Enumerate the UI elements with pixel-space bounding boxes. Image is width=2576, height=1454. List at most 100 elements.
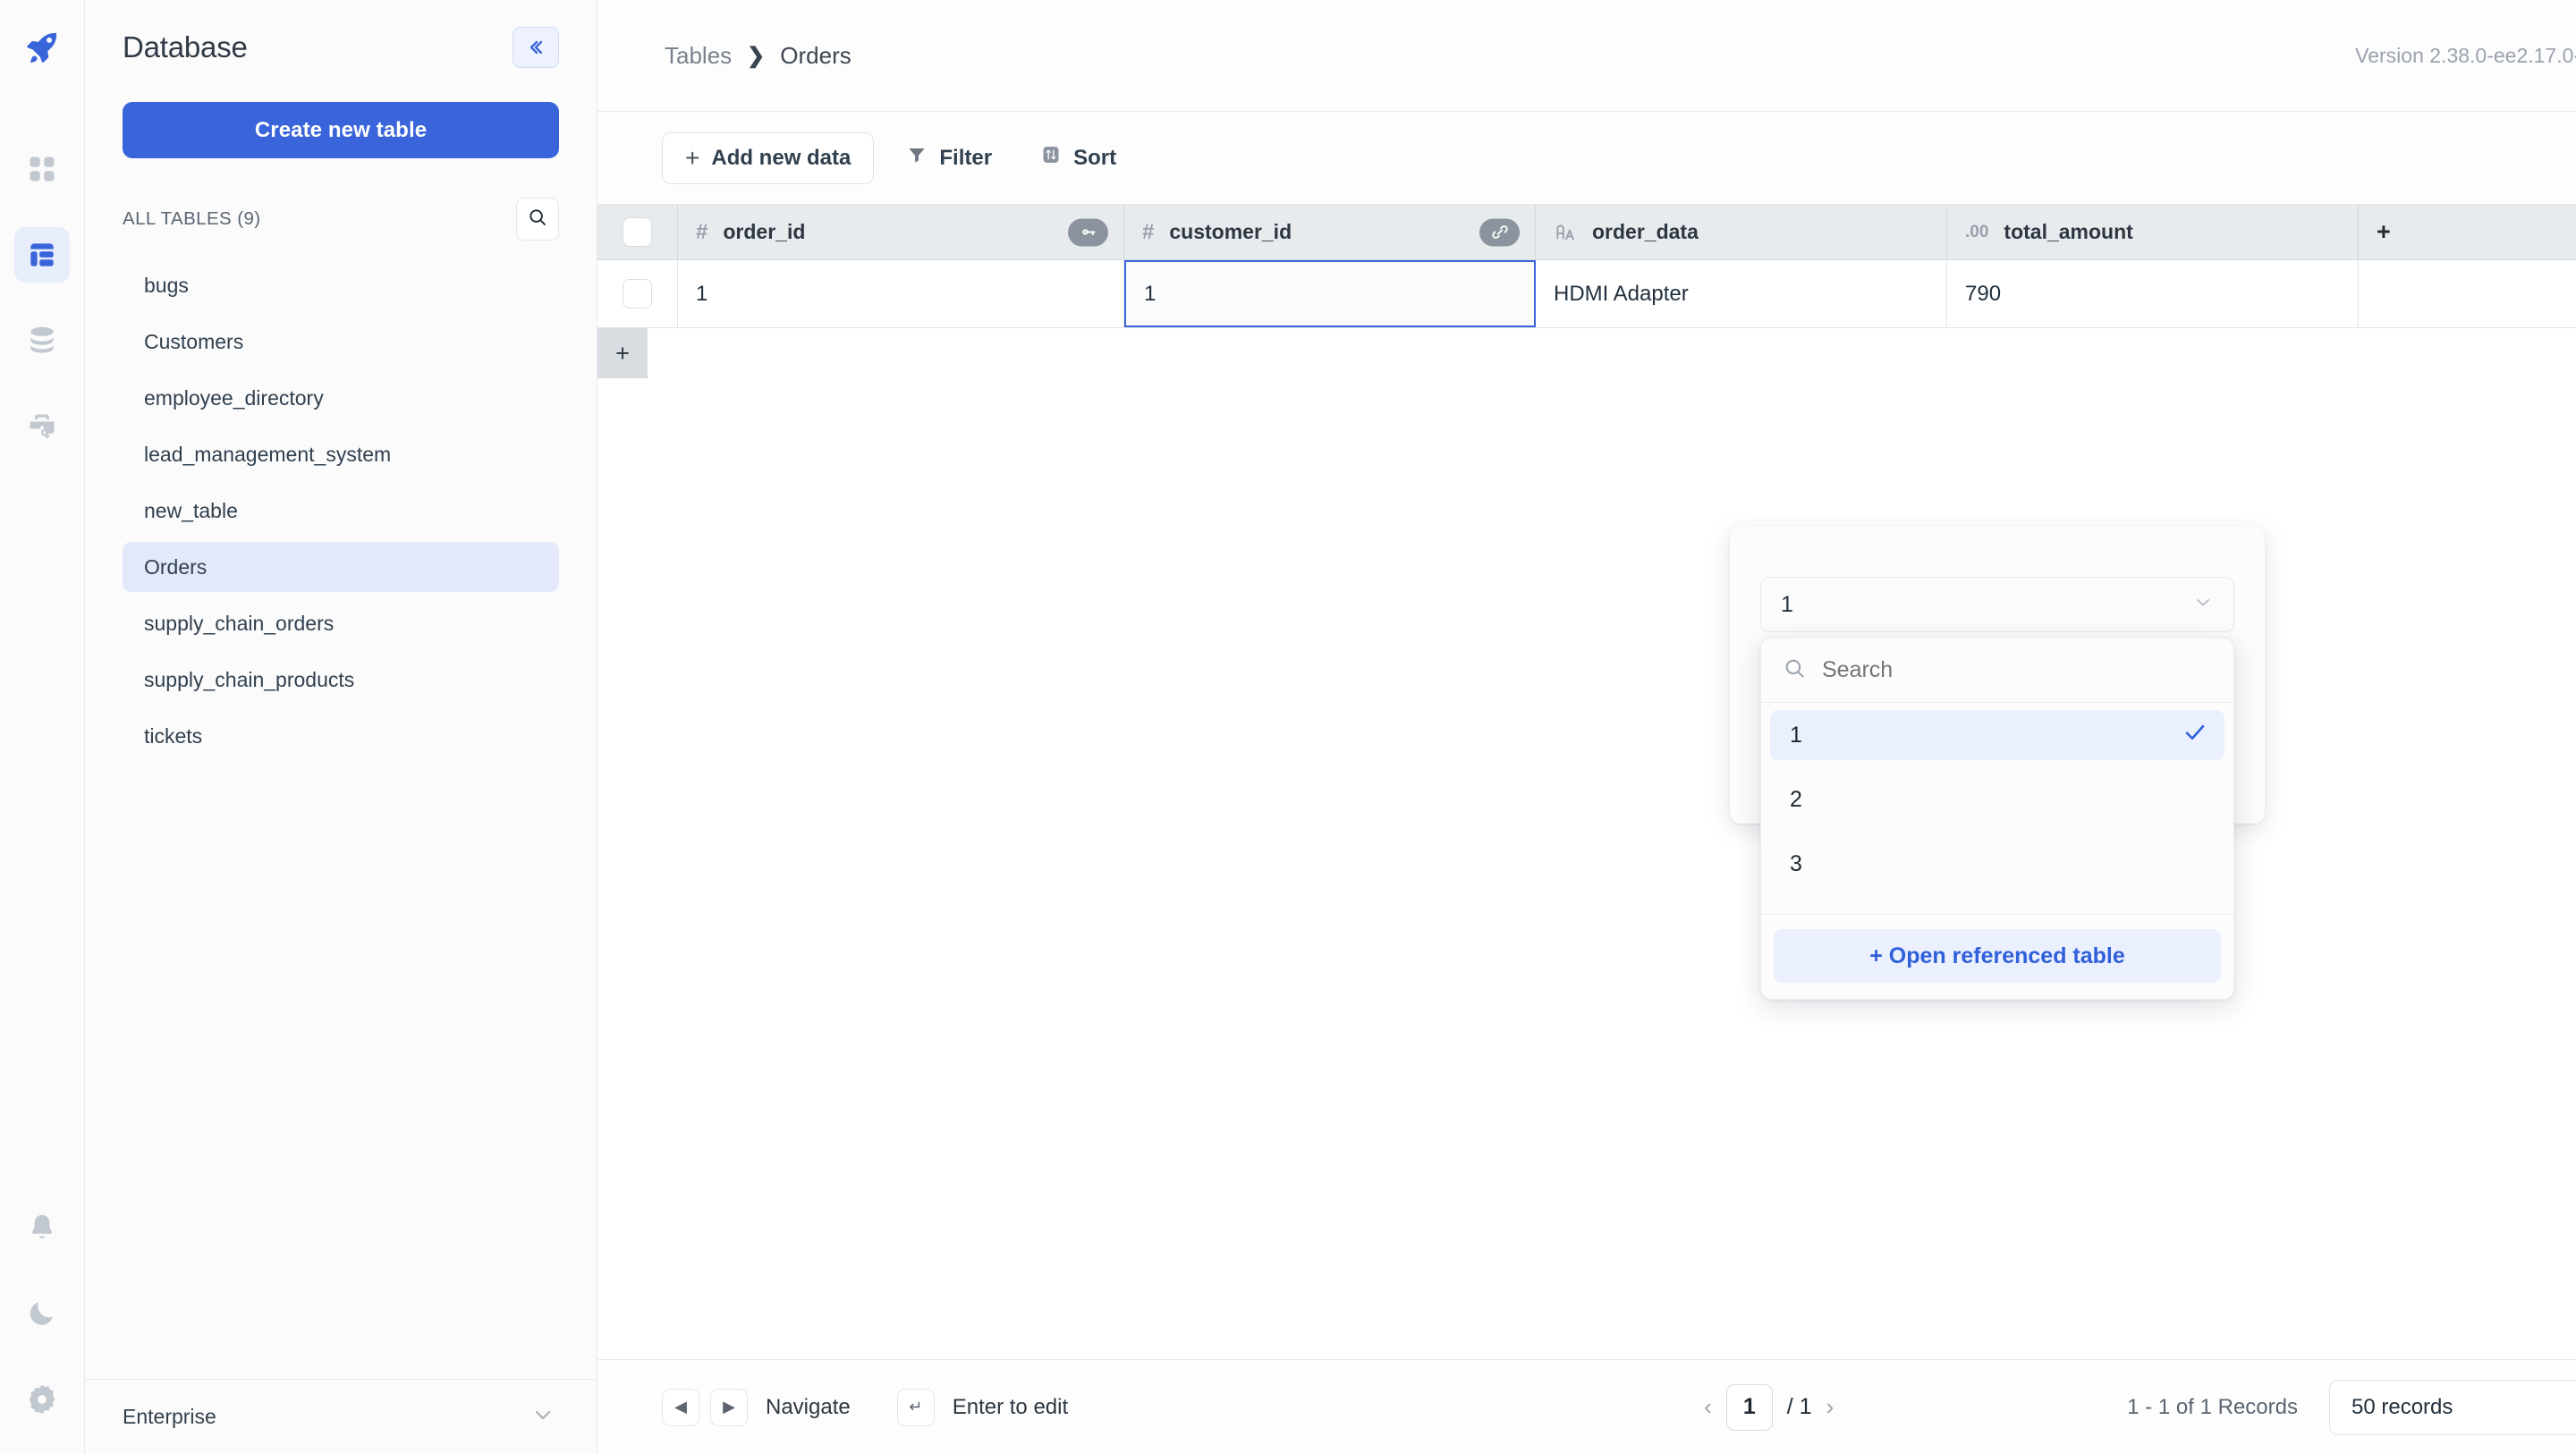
enter-to-edit-label: Enter to edit bbox=[953, 1395, 1068, 1420]
list-item-label: Customers bbox=[144, 330, 243, 354]
cell-order-id[interactable]: 1 bbox=[678, 260, 1124, 327]
arrow-left-key-icon[interactable]: ◀ bbox=[662, 1389, 699, 1426]
sidebar-item-customers[interactable]: Customers bbox=[123, 317, 559, 367]
search-icon bbox=[527, 207, 548, 232]
pagination: ‹ 1 / 1 › bbox=[1704, 1384, 1834, 1431]
chevron-down-icon bbox=[2192, 591, 2214, 619]
dropdown-option-2[interactable]: 2 bbox=[1770, 774, 2224, 824]
all-tables-label: ALL TABLES (9) bbox=[123, 208, 261, 230]
filter-label: Filter bbox=[939, 146, 992, 171]
filter-button[interactable]: Filter bbox=[890, 132, 1008, 184]
page-total-label: / 1 bbox=[1787, 1394, 1812, 1420]
add-row-button[interactable]: + bbox=[597, 328, 648, 378]
list-item-label: lead_management_system bbox=[144, 443, 391, 467]
apps-grid-icon[interactable] bbox=[14, 141, 70, 197]
list-item-label: employee_directory bbox=[144, 386, 324, 410]
row-checkbox-cell[interactable] bbox=[597, 260, 678, 327]
cell-order-data[interactable]: HDMI Adapter bbox=[1536, 260, 1947, 327]
database-stack-icon[interactable] bbox=[14, 313, 70, 368]
link-value-text: 1 bbox=[1781, 592, 1793, 618]
key-icon bbox=[1068, 218, 1108, 246]
briefcase-key-icon[interactable] bbox=[14, 399, 70, 454]
link-options-dropdown: 1 2 3 + Open referenced table bbox=[1760, 638, 2234, 1000]
top-bar: Tables ❯ Orders Version 2.38.0-ee2.17.0-… bbox=[597, 0, 2576, 112]
search-tables-button[interactable] bbox=[516, 198, 559, 241]
icon-rail bbox=[0, 0, 85, 1454]
sidebar-item-lead-management-system[interactable]: lead_management_system bbox=[123, 429, 559, 479]
cell-customer-id[interactable]: 1 bbox=[1124, 260, 1536, 327]
sidebar-item-tickets[interactable]: tickets bbox=[123, 711, 559, 761]
prev-page-button[interactable]: ‹ bbox=[1704, 1393, 1712, 1421]
search-icon bbox=[1783, 656, 1807, 685]
sidebar-item-supply-chain-orders[interactable]: supply_chain_orders bbox=[123, 598, 559, 648]
icon-rail-top bbox=[14, 0, 70, 485]
plus-icon: + bbox=[685, 146, 699, 171]
sidebar-item-employee-directory[interactable]: employee_directory bbox=[123, 373, 559, 423]
navigate-keys: ◀ ▶ Navigate bbox=[662, 1389, 851, 1426]
page-number-input[interactable]: 1 bbox=[1726, 1384, 1773, 1431]
dropdown-search-input[interactable] bbox=[1822, 657, 2162, 683]
check-icon bbox=[2182, 719, 2208, 752]
gear-icon[interactable] bbox=[14, 1372, 70, 1427]
next-page-button[interactable]: › bbox=[1826, 1393, 1835, 1421]
main-area: Tables ❯ Orders Version 2.38.0-ee2.17.0-… bbox=[597, 0, 2576, 1454]
link-value-select[interactable]: 1 bbox=[1760, 577, 2234, 632]
sidebar-item-orders[interactable]: Orders bbox=[123, 542, 559, 592]
bell-icon[interactable] bbox=[14, 1200, 70, 1255]
sidebar-item-supply-chain-products[interactable]: supply_chain_products bbox=[123, 655, 559, 705]
select-all-checkbox-cell[interactable] bbox=[597, 205, 678, 259]
dropdown-search-row[interactable] bbox=[1761, 638, 2233, 703]
column-header-label: total_amount bbox=[2004, 220, 2132, 244]
column-header-total-amount[interactable]: .00 total_amount bbox=[1947, 205, 2359, 259]
option-label: 3 bbox=[1790, 851, 1802, 877]
sort-button[interactable]: Sort bbox=[1024, 132, 1132, 184]
sidebar: Database Create new table ALL TABLES (9) bbox=[85, 0, 597, 1454]
link-icon bbox=[1479, 218, 1520, 246]
chevron-right-icon: ❯ bbox=[747, 43, 765, 69]
add-column-button[interactable]: + bbox=[2359, 205, 2576, 259]
open-referenced-table-button[interactable]: + Open referenced table bbox=[1774, 929, 2221, 983]
list-item-label: Orders bbox=[144, 555, 207, 579]
enter-key-icon[interactable]: ↵ bbox=[897, 1389, 935, 1426]
list-item-label: supply_chain_orders bbox=[144, 612, 334, 636]
row-checkbox[interactable] bbox=[623, 279, 652, 309]
collapse-sidebar-button[interactable] bbox=[513, 27, 559, 68]
create-new-table-button[interactable]: Create new table bbox=[123, 102, 559, 158]
breadcrumb: Tables ❯ Orders bbox=[665, 42, 852, 70]
column-header-label: order_id bbox=[723, 220, 805, 244]
column-header-order-id[interactable]: # order_id bbox=[678, 205, 1124, 259]
column-header-order-data[interactable]: order_data bbox=[1536, 205, 1947, 259]
dropdown-option-1[interactable]: 1 bbox=[1770, 710, 2224, 760]
moon-icon[interactable] bbox=[14, 1286, 70, 1341]
decimal-type-icon: .00 bbox=[1965, 223, 1988, 242]
column-header-customer-id[interactable]: # customer_id bbox=[1124, 205, 1536, 259]
cell-total-amount[interactable]: 790 bbox=[1947, 260, 2359, 327]
column-header-label: order_data bbox=[1592, 220, 1699, 244]
plus-icon: + bbox=[2377, 218, 2391, 246]
select-all-checkbox[interactable] bbox=[623, 217, 652, 247]
toolbar: + Add new data Filter Sort 1 records bbox=[597, 112, 2576, 205]
arrow-right-key-icon[interactable]: ▶ bbox=[710, 1389, 748, 1426]
sidebar-item-new-table[interactable]: new_table bbox=[123, 486, 559, 536]
table-layout-icon[interactable] bbox=[14, 227, 70, 283]
column-header-label: customer_id bbox=[1169, 220, 1292, 244]
text-type-icon bbox=[1554, 221, 1577, 244]
dropdown-option-3[interactable]: 3 bbox=[1770, 839, 2224, 889]
toolbar-left: + Add new data Filter Sort bbox=[662, 132, 1132, 184]
breadcrumb-root[interactable]: Tables bbox=[665, 42, 732, 70]
chevron-down-icon bbox=[530, 1402, 555, 1432]
add-new-data-button[interactable]: + Add new data bbox=[662, 132, 874, 184]
cell-empty bbox=[2359, 260, 2576, 327]
page-size-select[interactable]: 50 records bbox=[2329, 1380, 2576, 1435]
page-title: Database bbox=[123, 30, 248, 64]
add-row-strip: + bbox=[597, 328, 2576, 378]
sidebar-footer[interactable]: Enterprise bbox=[85, 1379, 597, 1454]
grid-header-row: # order_id # customer_id bbox=[597, 205, 2576, 260]
sort-icon bbox=[1040, 144, 1062, 172]
rocket-icon[interactable] bbox=[14, 20, 70, 75]
sort-label: Sort bbox=[1073, 146, 1116, 171]
icon-rail-bottom bbox=[14, 1200, 70, 1454]
enterprise-label: Enterprise bbox=[123, 1405, 216, 1429]
sidebar-item-bugs[interactable]: bugs bbox=[123, 260, 559, 310]
page-size-label: 50 records bbox=[2351, 1395, 2453, 1420]
